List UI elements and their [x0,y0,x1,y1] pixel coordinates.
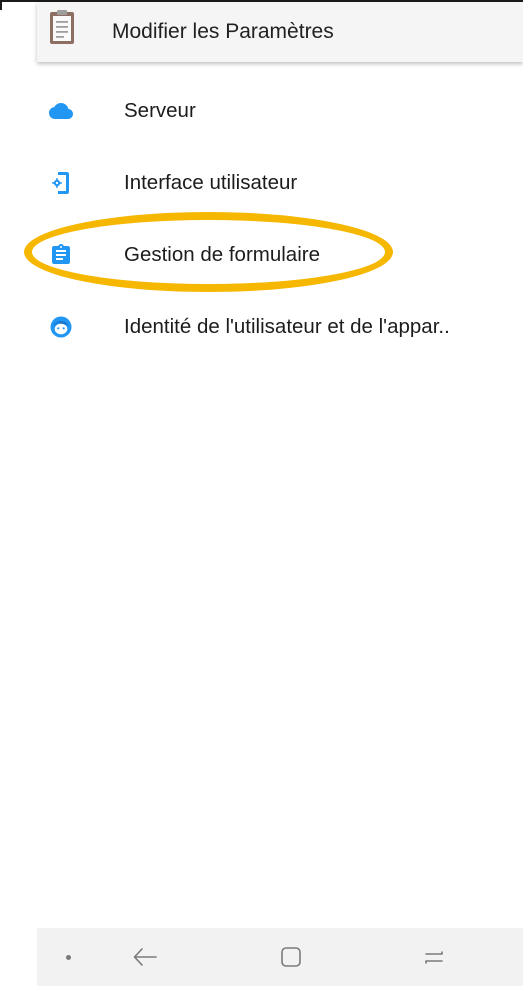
phone-settings-icon [52,172,69,194]
settings-item-label: Serveur [124,99,196,122]
face-icon [50,316,72,338]
dot-icon[interactable] [66,955,71,960]
page-title: Modifier les Paramètres [112,20,334,43]
form-clipboard-icon [52,244,70,264]
app-toolbar: Modifier les Paramètres [37,2,523,62]
settings-item-user-device-identity[interactable]: Identité de l'utilisateur et de l'appar.… [37,291,523,363]
settings-item-label: Gestion de formulaire [124,243,320,266]
frame-border-left [0,0,2,10]
back-arrow-icon[interactable] [132,946,158,968]
settings-list: Serveur Interface utilisateur Gestion de… [37,75,523,363]
recent-apps-icon[interactable] [422,946,446,968]
outer-margin [0,0,37,986]
settings-item-user-interface[interactable]: Interface utilisateur [37,147,523,219]
cloud-icon [49,103,73,119]
settings-item-label: Interface utilisateur [124,171,298,194]
home-square-icon[interactable] [280,946,302,968]
settings-item-label: Identité de l'utilisateur et de l'appar.… [124,315,450,338]
clipboard-icon [50,10,74,44]
settings-item-form-management[interactable]: Gestion de formulaire [37,219,523,291]
settings-item-server[interactable]: Serveur [37,75,523,147]
system-nav-bar [37,928,523,986]
settings-screen: Modifier les Paramètres Serveur Interfac… [0,0,523,986]
